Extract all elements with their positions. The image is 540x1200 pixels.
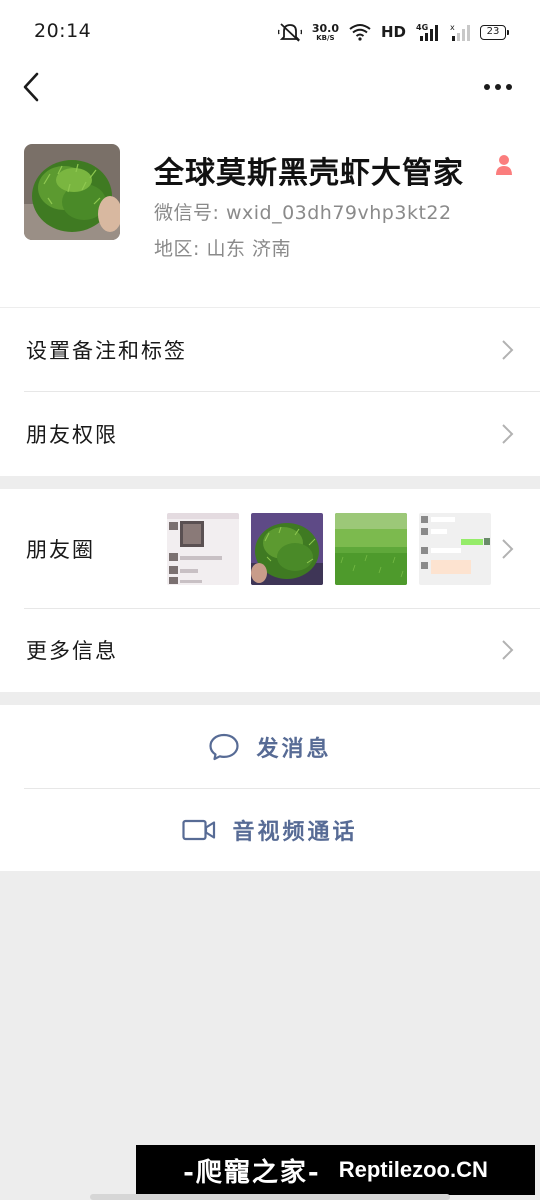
profile-header: 全球莫斯黑壳虾大管家 微信号: wxid_03dh79vhp3kt22 地区: … <box>0 112 540 307</box>
video-call-button[interactable]: 音视频通话 <box>0 788 540 871</box>
more-button[interactable] <box>478 70 518 104</box>
wifi-icon <box>349 23 371 41</box>
net-speed-value: 30.0 <box>311 21 339 35</box>
chevron-right-icon <box>502 340 514 360</box>
status-icons: 30.0 KB/S HD 4G x 23 <box>277 18 509 46</box>
moments-row[interactable]: 朋友圈 <box>0 489 540 608</box>
send-message-button[interactable]: 发消息 <box>0 705 540 788</box>
net-speed: 30.0 KB/S <box>312 23 339 42</box>
chevron-right-icon <box>502 424 514 444</box>
profile-name: 全球莫斯黑壳虾大管家 <box>154 156 464 191</box>
region: 地区: 山东 济南 <box>154 238 291 260</box>
friend-permissions-row[interactable]: 朋友权限 <box>0 392 540 476</box>
remark-tags-row[interactable]: 设置备注和标签 <box>0 308 540 392</box>
mute-icon <box>277 22 302 42</box>
back-button[interactable] <box>14 68 48 106</box>
chevron-right-icon <box>502 640 514 660</box>
watermark-en: Reptilezoo.CN <box>338 1157 488 1182</box>
watermark-cn: -爬寵之家- <box>183 1157 321 1188</box>
chevron-left-icon <box>23 72 39 102</box>
wechat-id: 微信号: wxid_03dh79vhp3kt22 <box>154 202 452 224</box>
moments-thumb <box>419 513 491 585</box>
moments-thumbnails <box>167 513 491 585</box>
nav-bar <box>0 62 540 112</box>
home-indicator <box>90 1194 450 1200</box>
ellipsis-icon <box>484 84 512 90</box>
moments-thumb <box>335 513 407 585</box>
signal-icon: x <box>450 22 470 42</box>
moments-section: 朋友圈 更多信息 <box>0 489 540 692</box>
remark-tags-label: 设置备注和标签 <box>26 339 187 363</box>
female-icon <box>494 154 514 180</box>
hd-label: HD <box>380 23 406 41</box>
friend-permissions-label: 朋友权限 <box>26 423 118 447</box>
more-info-label: 更多信息 <box>26 639 118 663</box>
actions-section: 发消息 音视频通话 <box>0 705 540 871</box>
moments-label: 朋友圈 <box>26 537 95 562</box>
video-call-label: 音视频通话 <box>232 819 358 845</box>
chat-bubble-icon <box>209 733 240 760</box>
signal-4g-icon: 4G <box>416 22 440 42</box>
video-camera-icon <box>182 819 216 840</box>
chevron-right-icon <box>502 538 514 559</box>
avatar[interactable] <box>24 144 120 240</box>
watermark: -爬寵之家- Reptilezoo.CN <box>136 1145 535 1195</box>
net-speed-unit: KB/S <box>316 33 335 42</box>
settings-section: 设置备注和标签 朋友权限 <box>0 308 540 476</box>
moments-thumb <box>251 513 323 585</box>
moments-thumb <box>167 513 239 585</box>
battery-icon: 23 <box>480 24 509 40</box>
status-time: 20:14 <box>34 20 92 42</box>
status-bar: 20:14 30.0 KB/S HD 4G x 23 <box>0 0 540 62</box>
svg-text:4G: 4G <box>416 23 428 32</box>
svg-text:x: x <box>450 23 455 32</box>
more-info-row[interactable]: 更多信息 <box>0 608 540 692</box>
send-message-label: 发消息 <box>256 736 332 762</box>
